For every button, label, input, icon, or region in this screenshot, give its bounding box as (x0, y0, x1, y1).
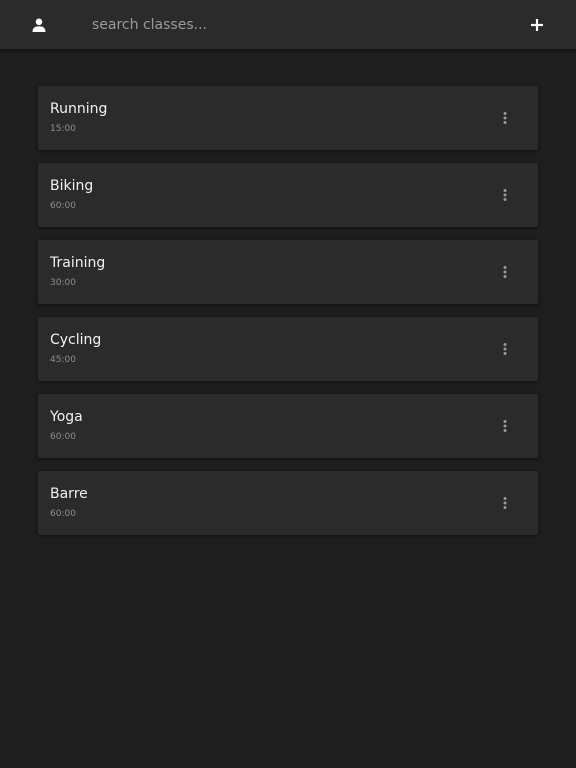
class-name: Training (50, 255, 106, 271)
class-card[interactable]: Barre 60:00 (38, 471, 538, 535)
more-options-button[interactable] (494, 489, 516, 517)
class-name: Running (50, 101, 108, 117)
plus-icon (531, 19, 543, 31)
class-duration: 15:00 (50, 124, 76, 134)
top-bar (0, 0, 576, 49)
more-options-button[interactable] (494, 104, 516, 132)
person-icon (32, 18, 46, 32)
class-card[interactable]: Yoga 60:00 (38, 394, 538, 458)
more-options-button[interactable] (494, 335, 516, 363)
profile-button[interactable] (24, 10, 54, 40)
more-vertical-icon (503, 343, 507, 355)
more-vertical-icon (503, 266, 507, 278)
class-name: Barre (50, 486, 88, 502)
add-class-button[interactable] (522, 10, 552, 40)
more-vertical-icon (503, 420, 507, 432)
class-duration: 60:00 (50, 432, 76, 442)
more-options-button[interactable] (494, 412, 516, 440)
class-duration: 60:00 (50, 201, 76, 211)
more-vertical-icon (503, 189, 507, 201)
class-card[interactable]: Training 30:00 (38, 240, 538, 304)
class-name: Yoga (50, 409, 83, 425)
class-duration: 60:00 (50, 509, 76, 519)
class-card[interactable]: Running 15:00 (38, 86, 538, 150)
more-options-button[interactable] (494, 258, 516, 286)
class-duration: 45:00 (50, 355, 76, 365)
class-card[interactable]: Biking 60:00 (38, 163, 538, 227)
class-name: Biking (50, 178, 94, 194)
class-list: Running 15:00 Biking 60:00 Training 30:0… (38, 86, 538, 548)
class-duration: 30:00 (50, 278, 76, 288)
more-vertical-icon (503, 497, 507, 509)
class-card[interactable]: Cycling 45:00 (38, 317, 538, 381)
class-name: Cycling (50, 332, 102, 348)
search-input[interactable] (84, 11, 464, 39)
more-options-button[interactable] (494, 181, 516, 209)
more-vertical-icon (503, 112, 507, 124)
app-root: Running 15:00 Biking 60:00 (0, 0, 576, 768)
